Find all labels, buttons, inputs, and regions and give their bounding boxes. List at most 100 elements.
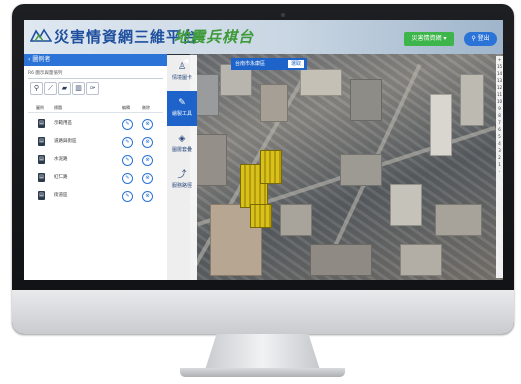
zoom-level[interactable]: 8: [496, 112, 503, 119]
zoom-level[interactable]: 14: [496, 70, 503, 77]
logo-icon: [30, 28, 52, 42]
layer-icon: ▤: [38, 119, 45, 128]
route-icon: ⤴: [177, 170, 187, 180]
delete-icon[interactable]: ⊗: [142, 137, 153, 148]
building: [435, 204, 482, 236]
zoom-level[interactable]: 6: [496, 126, 503, 133]
building: [400, 244, 442, 276]
tool-menu: ♙ 情境圖卡 ✎ 繪製工具 ◈ 圖層套疊 ⤴ 服務路徑: [167, 55, 197, 280]
3d-map-view[interactable]: [190, 54, 503, 280]
trash-icon[interactable]: ▥: [72, 82, 85, 95]
legend-row-label: 水泥路: [54, 157, 68, 162]
app-subtitle: 地震兵棋台: [174, 28, 255, 46]
collapse-panel-icon[interactable]: ◀: [183, 58, 188, 65]
zoom-level[interactable]: 12: [496, 84, 503, 91]
zoom-level[interactable]: 13: [496, 77, 503, 84]
building: [430, 94, 452, 156]
edit-icon[interactable]: ✎: [122, 137, 133, 148]
pen-icon[interactable]: ✑: [86, 82, 99, 95]
pencil-icon: ✎: [178, 98, 186, 108]
layer-icon: ▤: [38, 173, 45, 182]
delete-icon[interactable]: ⊗: [142, 119, 153, 130]
delete-icon[interactable]: ⊗: [142, 173, 153, 184]
legend-row: ▤ 示範用區 ✎ ⊗: [28, 115, 163, 132]
edit-icon[interactable]: ✎: [122, 173, 133, 184]
highlighted-building[interactable]: [260, 150, 282, 184]
zoom-bar[interactable]: + 15 14 13 12 11 10 9 8 7 6 5 4 3 2 1 -: [496, 56, 503, 278]
layers-icon: ◈: [178, 134, 186, 144]
col-title: 標題: [54, 105, 62, 110]
zoom-level[interactable]: 11: [496, 91, 503, 98]
layer-icon: ▤: [38, 191, 45, 200]
building: [260, 84, 288, 122]
building: [195, 74, 219, 116]
zoom-level[interactable]: 7: [496, 119, 503, 126]
camera-dot: [281, 13, 285, 17]
building: [280, 204, 312, 236]
zoom-level[interactable]: 3: [496, 147, 503, 154]
legend-name-input[interactable]: R6 圖示與量值列: [28, 70, 163, 79]
legend-row: ▤ 紅仁路 ✎ ⊗: [28, 169, 163, 186]
building: [460, 74, 484, 126]
legend-row: ▤ 水泥路 ✎ ⊗: [28, 151, 163, 168]
app-header: 災害情資網三維平台 地震兵棋台 災害情資網 ▾ ⚲ 登出: [24, 20, 503, 54]
building: [300, 69, 342, 96]
tool-scenario-card[interactable]: ♙ 情境圖卡: [167, 55, 197, 90]
tool-label: 情境圖卡: [171, 75, 192, 81]
polygon-icon[interactable]: ▰: [58, 82, 71, 95]
monitor-foot: [180, 368, 345, 377]
zoom-level[interactable]: 5: [496, 133, 503, 140]
zoom-level[interactable]: 1: [496, 161, 503, 168]
edit-icon[interactable]: ✎: [122, 191, 133, 202]
panel-header[interactable]: ‹ 圖例者: [24, 54, 167, 66]
delete-icon[interactable]: ⊗: [142, 155, 153, 166]
building: [195, 134, 227, 186]
zoom-level[interactable]: 4: [496, 140, 503, 147]
tool-label: 圖層套疊: [171, 147, 192, 153]
col-delete: 刪除: [142, 105, 150, 110]
region-label: 台南市永康區: [235, 61, 266, 67]
line-icon[interactable]: ⟋: [44, 82, 57, 95]
building: [390, 184, 422, 226]
monitor-chin: [12, 290, 514, 334]
monitor-stand: [205, 334, 320, 370]
panel-back-label: 圖例者: [32, 56, 51, 63]
tool-route[interactable]: ⤴ 服務路徑: [167, 163, 197, 198]
legend-row-label: 示範用區: [54, 121, 72, 126]
legend-row-label: 道路與街區: [54, 139, 77, 144]
building: [340, 154, 382, 186]
edit-icon[interactable]: ✎: [122, 155, 133, 166]
layer-icon: ▤: [38, 137, 45, 146]
scenario-label: 災害情資網: [411, 35, 442, 42]
tool-label: 繪製工具: [171, 111, 192, 117]
zoom-level[interactable]: 2: [496, 154, 503, 161]
col-edit: 編輯: [122, 105, 130, 110]
zoom-level[interactable]: -: [496, 168, 503, 175]
tool-label: 服務路徑: [171, 183, 192, 189]
legend-panel: ‹ 圖例者 R6 圖示與量值列 ⚲ ⟋ ▰ ▥ ✑ 圖例 標題 編輯 刪除 ▤ …: [24, 54, 167, 280]
logout-label: 登出: [477, 35, 490, 42]
app-screen: 災害情資網三維平台 地震兵棋台 災害情資網 ▾ ⚲ 登出 台南市永康區 選取 +…: [24, 20, 503, 280]
zoom-level[interactable]: 10: [496, 98, 503, 105]
col-legend: 圖例: [36, 105, 44, 110]
pin-icon[interactable]: ⚲: [30, 82, 43, 95]
person-icon: ♙: [177, 62, 187, 72]
edit-icon[interactable]: ✎: [122, 119, 133, 130]
delete-icon[interactable]: ⊗: [142, 191, 153, 202]
tool-drawing[interactable]: ✎ 繪製工具: [167, 91, 197, 126]
legend-row-label: 紅仁路: [54, 175, 68, 180]
zoom-level[interactable]: +: [496, 56, 503, 63]
logout-button[interactable]: ⚲ 登出: [464, 32, 497, 46]
region-select-button[interactable]: 選取: [287, 60, 304, 68]
tool-layers[interactable]: ◈ 圖層套疊: [167, 127, 197, 162]
legend-table-header: 圖例 標題 編輯 刪除: [28, 104, 163, 113]
zoom-level[interactable]: 9: [496, 105, 503, 112]
building: [350, 79, 382, 121]
legend-row: ▤ 街道區 ✎ ⊗: [28, 187, 163, 204]
legend-row: ▤ 道路與街區 ✎ ⊗: [28, 133, 163, 150]
scenario-select-button[interactable]: 災害情資網 ▾: [404, 32, 454, 46]
building: [310, 244, 372, 276]
zoom-level[interactable]: 15: [496, 63, 503, 70]
highlighted-building[interactable]: [250, 204, 272, 228]
legend-row-label: 街道區: [54, 193, 68, 198]
